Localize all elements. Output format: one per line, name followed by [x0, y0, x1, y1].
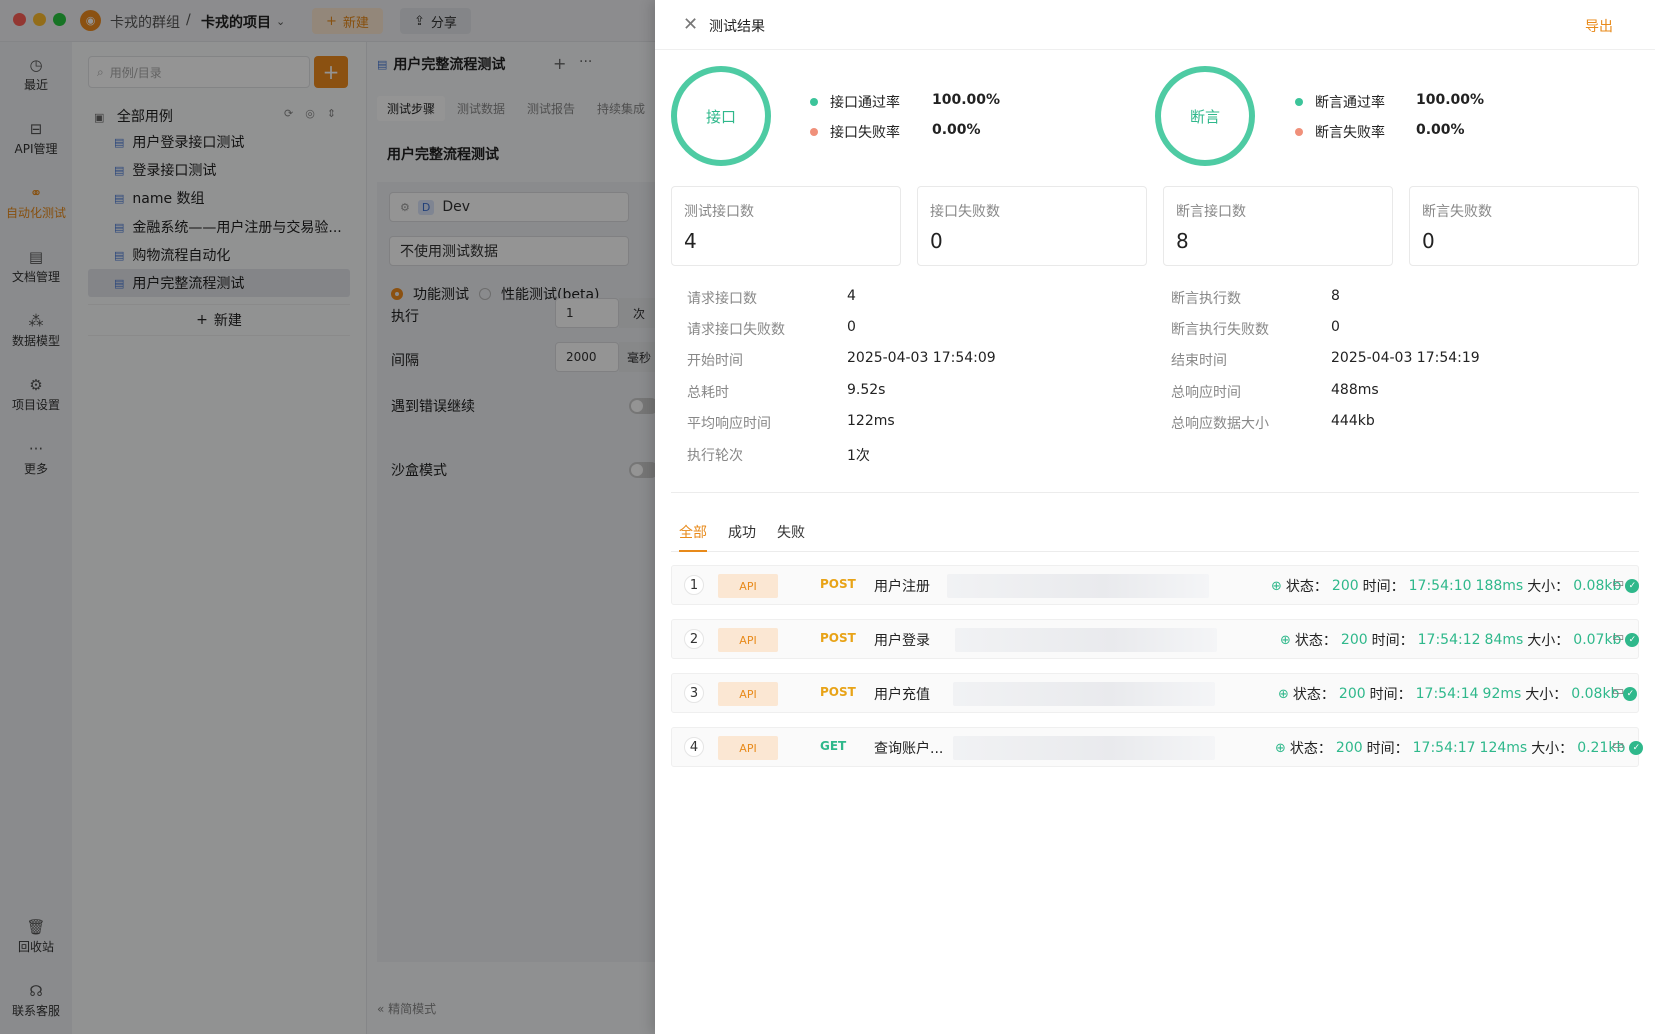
- stat-label: 平均响应时间: [687, 416, 771, 432]
- globe-icon: ⊕: [1271, 578, 1282, 594]
- api-tag: API: [718, 574, 778, 598]
- drawer-title: 测试结果: [709, 19, 765, 35]
- card-test-api-count: 测试接口数 4: [671, 186, 901, 266]
- tab-success[interactable]: 成功: [728, 522, 756, 550]
- modal-overlay[interactable]: [0, 0, 655, 1034]
- assert-pass-value: 100.00%: [1416, 92, 1485, 108]
- api-fail-value: 0.00%: [932, 122, 981, 138]
- timing-bar: [953, 682, 1215, 706]
- stat-label: 请求接口失败数: [687, 322, 785, 338]
- api-pass-ring: 接口: [671, 66, 771, 166]
- test-result-drawer: ✕ 测试结果 导出 接口 接口通过率 100.00% 接口失败率 0.00% 断…: [655, 0, 1655, 1034]
- pass-dot-icon: [1295, 98, 1303, 106]
- stat-label: 总响应数据大小: [1171, 416, 1269, 432]
- divider: [671, 492, 1639, 493]
- comment-icon[interactable]: ▭: [1612, 576, 1624, 591]
- stat-value: 444kb: [1331, 413, 1375, 429]
- method-badge: POST: [820, 631, 856, 645]
- tab-all[interactable]: 全部: [679, 522, 707, 552]
- card-assert-fail-count: 断言失败数 0: [1409, 186, 1639, 266]
- stat-label: 开始时间: [687, 353, 743, 369]
- stat-label: 断言执行数: [1171, 291, 1241, 307]
- api-pass-value: 100.00%: [932, 92, 1001, 108]
- globe-icon: ⊕: [1280, 632, 1291, 648]
- stat-label: 结束时间: [1171, 353, 1227, 369]
- result-row[interactable]: 3 API POST 用户充值 ⊕ 状态： 200 时间： 17:54:14 9…: [671, 673, 1639, 713]
- stat-label: 总响应时间: [1171, 385, 1241, 401]
- result-row[interactable]: 1 API POST 用户注册 ⊕ 状态： 200 时间： 17:54:10 1…: [671, 565, 1640, 605]
- api-fail-legend: 接口失败率: [810, 122, 900, 142]
- card-assert-api-count: 断言接口数 8: [1163, 186, 1393, 266]
- stat-value: 9.52s: [847, 382, 886, 398]
- drawer-header: ✕ 测试结果 导出: [655, 0, 1655, 50]
- api-name: 用户充值: [874, 687, 930, 703]
- fail-dot-icon: [1295, 128, 1303, 136]
- api-tag: API: [718, 736, 778, 760]
- timing-bar: [955, 628, 1217, 652]
- card-api-fail-count: 接口失败数 0: [917, 186, 1147, 266]
- stat-value: 2025-04-03 17:54:09: [847, 350, 996, 366]
- stat-value: 8: [1331, 288, 1340, 304]
- check-circle-icon: ✓: [1623, 687, 1638, 701]
- stat-value: 2025-04-03 17:54:19: [1331, 350, 1480, 366]
- method-badge: GET: [820, 739, 847, 753]
- pass-dot-icon: [810, 98, 818, 106]
- check-circle-icon: ✓: [1625, 579, 1640, 593]
- api-tag: API: [718, 628, 778, 652]
- globe-icon: ⊕: [1275, 740, 1286, 756]
- assert-pass-ring: 断言: [1155, 66, 1255, 166]
- api-name: 查询账户...: [874, 741, 944, 757]
- api-pass-legend: 接口通过率: [810, 92, 900, 112]
- assert-fail-legend: 断言失败率: [1295, 122, 1385, 142]
- timing-bar: [953, 736, 1215, 760]
- result-row[interactable]: 4 API GET 查询账户... ⊕ 状态： 200 时间： 17:54:17…: [671, 727, 1644, 767]
- method-badge: POST: [820, 685, 856, 699]
- comment-icon[interactable]: ▭: [1612, 630, 1624, 645]
- assert-fail-value: 0.00%: [1416, 122, 1465, 138]
- result-filter-tabs: 全部 成功 失败: [671, 520, 1639, 552]
- tab-failed[interactable]: 失败: [777, 522, 805, 550]
- timing-bar: [947, 574, 1209, 598]
- result-status: ⊕ 状态： 200 时间： 17:54:17 124ms 大小： 0.21kb …: [1275, 738, 1644, 758]
- export-button[interactable]: 导出: [1585, 16, 1613, 36]
- assert-pass-legend: 断言通过率: [1295, 92, 1385, 112]
- api-name: 用户注册: [874, 579, 930, 595]
- globe-icon: ⊕: [1278, 686, 1289, 702]
- result-status: ⊕ 状态： 200 时间： 17:54:10 188ms 大小： 0.08kb …: [1271, 576, 1640, 596]
- stat-value: 488ms: [1331, 382, 1379, 398]
- result-status: ⊕ 状态： 200 时间： 17:54:14 92ms 大小： 0.08kb ✓: [1278, 684, 1638, 704]
- stat-label: 请求接口数: [687, 291, 757, 307]
- comment-icon[interactable]: ▭: [1612, 738, 1624, 753]
- api-name: 用户登录: [874, 633, 930, 649]
- fail-dot-icon: [810, 128, 818, 136]
- stat-value: 0: [1331, 319, 1340, 335]
- stat-value: 4: [847, 288, 856, 304]
- check-circle-icon: ✓: [1629, 741, 1644, 755]
- stat-value: 1次: [847, 448, 870, 464]
- result-status: ⊕ 状态： 200 时间： 17:54:12 84ms 大小： 0.07kb ✓: [1280, 630, 1640, 650]
- stat-value: 0: [847, 319, 856, 335]
- api-tag: API: [718, 682, 778, 706]
- stat-label: 断言执行失败数: [1171, 322, 1269, 338]
- check-circle-icon: ✓: [1625, 633, 1640, 647]
- result-row[interactable]: 2 API POST 用户登录 ⊕ 状态： 200 时间： 17:54:12 8…: [671, 619, 1640, 659]
- comment-icon[interactable]: ▭: [1612, 684, 1624, 699]
- stat-value: 122ms: [847, 413, 895, 429]
- close-icon[interactable]: ✕: [683, 14, 698, 35]
- method-badge: POST: [820, 577, 856, 591]
- stat-label: 执行轮次: [687, 448, 743, 464]
- stat-label: 总耗时: [687, 385, 729, 401]
